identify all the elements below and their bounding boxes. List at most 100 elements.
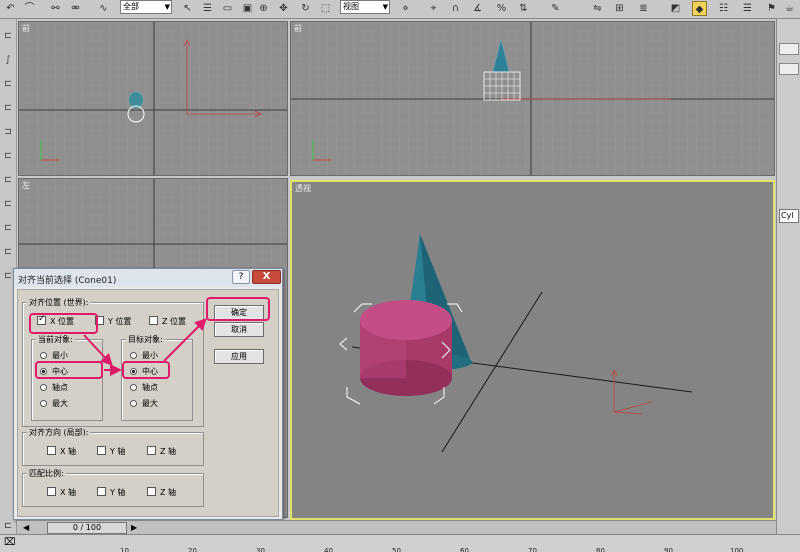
target-min-radio[interactable]	[130, 352, 137, 359]
named-selection-icon[interactable]: ✎	[548, 1, 563, 16]
dialog-titlebar[interactable]: 对齐当前选择 (Cone01) ? X	[14, 269, 282, 287]
viewport-perspective-label[interactable]: 透视	[295, 183, 311, 194]
reference-coord-dropdown[interactable]: 视图 ▼	[340, 0, 390, 14]
viewport-front[interactable]: 前	[18, 21, 288, 176]
ruler-tick: 40	[324, 547, 333, 552]
render-icon[interactable]: ⚑	[764, 1, 779, 16]
rotate-icon[interactable]: ↻	[298, 1, 313, 16]
schematic-view-icon[interactable]: ◆	[692, 1, 707, 16]
z-position-label: Z 位置	[162, 317, 187, 326]
quick-render-icon[interactable]: ☕	[782, 1, 797, 16]
pivot-center-icon[interactable]: ⋄	[398, 1, 413, 16]
help-button[interactable]: ?	[232, 270, 250, 284]
selection-filter-dropdown[interactable]: 全部 ▼	[120, 0, 172, 14]
scale-z-label: Z 轴	[160, 488, 177, 497]
material-editor-icon[interactable]: ☷	[716, 1, 731, 16]
time-slider[interactable]: 0 / 100	[47, 522, 127, 534]
layer-manager-icon[interactable]: ≣	[636, 1, 651, 16]
command-tab[interactable]	[779, 43, 799, 55]
command-tab[interactable]	[779, 63, 799, 75]
track-ruler[interactable]: ⌧ 10 20 30 40 50 60 70 80 90 100	[0, 534, 800, 552]
viewport-front-label[interactable]: 前	[22, 23, 30, 34]
select-object-icon[interactable]: ↖	[180, 1, 195, 16]
tool-icon[interactable]: ⊏	[2, 221, 14, 235]
mirror-icon[interactable]: ⇋	[590, 1, 605, 16]
orient-x-label: X 轴	[60, 447, 77, 456]
ruler-tick: 10	[120, 547, 129, 552]
orient-y-checkbox[interactable]	[97, 446, 106, 455]
ruler-tick: 80	[596, 547, 605, 552]
align-icon[interactable]: ⊞	[612, 1, 627, 16]
current-pivot-label: 轴点	[52, 383, 68, 392]
move-icon[interactable]: ✥	[276, 1, 291, 16]
current-max-radio[interactable]	[40, 400, 47, 407]
track-bar-icon[interactable]: ⌧	[4, 537, 18, 551]
orient-z-checkbox[interactable]	[147, 446, 156, 455]
align-orientation-label: 对齐方向 (局部):	[27, 427, 91, 438]
bind-spacewarp-icon[interactable]: ∿	[96, 1, 111, 16]
viewport-left-label[interactable]: 左	[22, 180, 30, 191]
scale-z-checkbox[interactable]	[147, 487, 156, 496]
ruler-tick: 100	[730, 547, 744, 552]
select-move-icon[interactable]: ⊕	[256, 1, 271, 16]
orient-y-label: Y 轴	[110, 447, 126, 456]
target-min-label: 最小	[142, 351, 158, 360]
tool-icon[interactable]: ⊏	[2, 245, 14, 259]
cancel-button[interactable]: 取消	[214, 322, 264, 337]
curve-editor-icon[interactable]: ◩	[668, 1, 683, 16]
current-pivot-radio[interactable]	[40, 384, 47, 391]
current-min-radio[interactable]	[40, 352, 47, 359]
orient-x-checkbox[interactable]	[47, 446, 56, 455]
window-crossing-icon[interactable]: ▣	[240, 1, 255, 16]
tool-icon[interactable]: ⊏	[2, 149, 14, 163]
tool-icon[interactable]: ⊏	[2, 197, 14, 211]
highlight-current-center	[35, 361, 103, 379]
close-button[interactable]: X	[252, 270, 281, 284]
ruler-tick: 70	[528, 547, 537, 552]
next-frame-icon[interactable]: ▶	[131, 523, 141, 533]
scale-y-checkbox[interactable]	[97, 487, 106, 496]
ruler-tick: 20	[188, 547, 197, 552]
chevron-down-icon: ▼	[382, 3, 388, 11]
viewport-top-right-label[interactable]: 前	[294, 23, 302, 34]
tool-icon[interactable]: ⊏	[2, 101, 14, 115]
link-icon[interactable]: ⚯	[48, 1, 63, 16]
angle-snap-icon[interactable]: ∡	[470, 1, 485, 16]
highlight-target-center	[122, 361, 170, 379]
select-by-name-icon[interactable]: ☰	[200, 1, 215, 16]
percent-snap-icon[interactable]: %	[494, 1, 509, 16]
tool-icon[interactable]: ∫	[2, 53, 14, 67]
tool-icon[interactable]: ⊏	[2, 77, 14, 91]
target-max-radio[interactable]	[130, 400, 137, 407]
current-object-label: 当前对象:	[36, 334, 75, 345]
unlink-icon[interactable]: ⚮	[68, 1, 83, 16]
select-manipulate-icon[interactable]: ⌖	[426, 1, 441, 16]
selection-filter-value: 全部	[123, 2, 139, 11]
object-name-field[interactable]: Cyl	[779, 209, 799, 223]
render-setup-icon[interactable]: ☰	[740, 1, 755, 16]
highlight-x-position	[29, 313, 98, 334]
z-position-checkbox[interactable]	[149, 316, 158, 325]
dialog-title: 对齐当前选择 (Cone01)	[18, 276, 117, 286]
tool-icon[interactable]: ⊏	[2, 29, 14, 43]
prev-frame-icon[interactable]: ◀	[23, 523, 33, 533]
scale-x-checkbox[interactable]	[47, 487, 56, 496]
tool-icon[interactable]: ⊐	[2, 125, 14, 139]
scale-icon[interactable]: ⬚	[318, 1, 333, 16]
viewport-perspective[interactable]: 透视	[290, 180, 775, 520]
target-pivot-radio[interactable]	[130, 384, 137, 391]
scale-x-label: X 轴	[60, 488, 77, 497]
tool-icon[interactable]: ⊏	[2, 173, 14, 187]
highlight-ok-button	[206, 297, 270, 321]
chevron-down-icon: ▼	[164, 3, 170, 11]
apply-button[interactable]: 应用	[214, 349, 264, 364]
select-link-icon[interactable]: ⌒	[22, 1, 37, 16]
undo-icon[interactable]: ↶	[3, 1, 18, 16]
spinner-snap-icon[interactable]: ⇅	[516, 1, 531, 16]
snap-toggle-icon[interactable]: ∩	[448, 1, 463, 16]
match-scale-label: 匹配比例:	[27, 468, 66, 479]
timeline-bar: 0 / 100 ◀ ▶	[17, 520, 776, 534]
viewport-top-right[interactable]: 前	[290, 21, 775, 176]
tool-icon[interactable]: ⊏	[2, 519, 14, 533]
rect-selection-icon[interactable]: ▭	[220, 1, 235, 16]
